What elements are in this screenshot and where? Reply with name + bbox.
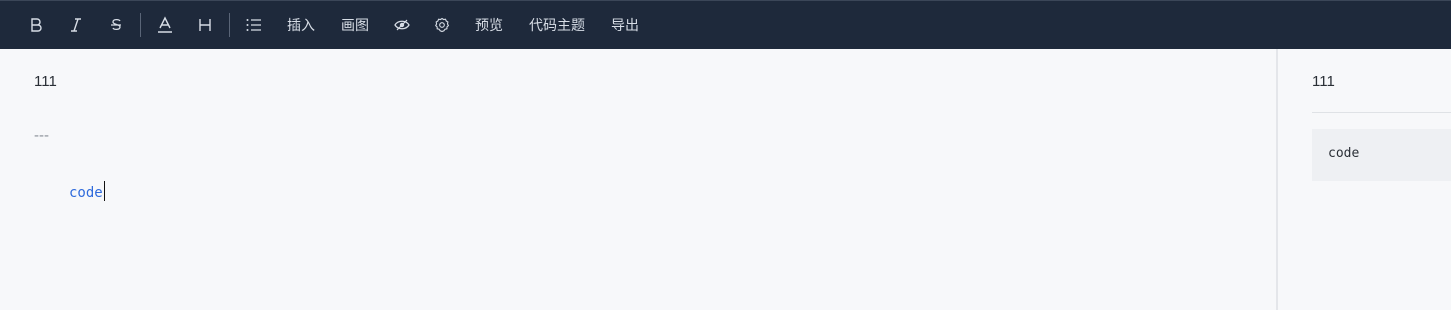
insert-button[interactable]: 插入 bbox=[274, 1, 328, 49]
editor-code-text: code bbox=[69, 185, 103, 201]
gear-icon bbox=[435, 17, 450, 33]
editor-line[interactable]: 111 bbox=[34, 73, 57, 90]
heading-button[interactable] bbox=[185, 1, 225, 49]
italic-icon bbox=[71, 18, 81, 32]
list-icon bbox=[246, 19, 261, 31]
list-button[interactable] bbox=[234, 1, 274, 49]
preview-pane: 111 code bbox=[1278, 49, 1451, 310]
preview-button[interactable]: 预览 bbox=[462, 1, 516, 49]
strikethrough-icon bbox=[111, 18, 121, 31]
preview-paragraph: 111 bbox=[1312, 73, 1335, 90]
toolbar-separator bbox=[229, 13, 230, 37]
code-theme-button[interactable]: 代码主题 bbox=[516, 1, 598, 49]
preview-horizontal-rule bbox=[1312, 112, 1451, 113]
bold-button[interactable] bbox=[16, 1, 56, 49]
toolbar-separator bbox=[140, 13, 141, 37]
heading-icon bbox=[199, 19, 211, 31]
strikethrough-button[interactable] bbox=[96, 1, 136, 49]
text-color-icon bbox=[158, 16, 172, 33]
text-caret bbox=[103, 181, 105, 201]
eye-icon bbox=[394, 19, 410, 31]
italic-button[interactable] bbox=[56, 1, 96, 49]
text-color-button[interactable] bbox=[145, 1, 185, 49]
editor-line[interactable]: --- bbox=[34, 127, 49, 144]
eye-button[interactable] bbox=[382, 1, 422, 49]
draw-button[interactable]: 画图 bbox=[328, 1, 382, 49]
settings-button[interactable] bbox=[422, 1, 462, 49]
export-button[interactable]: 导出 bbox=[598, 1, 652, 49]
preview-code-block: code bbox=[1312, 129, 1451, 181]
markdown-editor[interactable]: 111 --- code bbox=[0, 49, 1276, 310]
toolbar: 插入 画图 预览 代码主题 导出 bbox=[0, 0, 1451, 49]
editor-code-line[interactable]: code bbox=[69, 181, 105, 201]
bold-icon bbox=[31, 18, 42, 32]
